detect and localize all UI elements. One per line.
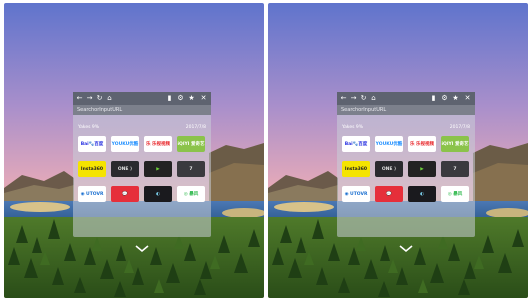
date-right: 2017/7/8 — [449, 125, 470, 130]
left-eye-view: ← → ↻ ⌂ ▮ ⚙ ★ ✕ SearchorInputURL Yakes 9… — [4, 3, 264, 298]
speed-dial-tile-baidu-logo[interactable]: Bai🐾百度 — [78, 136, 106, 152]
speed-dial-tile-green-play-logo[interactable]: ▶ — [144, 161, 172, 177]
forward-arrow-icon[interactable]: → — [349, 92, 358, 105]
bookmark-icon[interactable]: ▮ — [165, 92, 174, 105]
speed-dial-tile-youku-logo[interactable]: YOUKU优酷 — [111, 136, 139, 152]
tile-label: Bai🐾百度 — [344, 142, 368, 147]
speed-dial-tile-vr-swirl-logo[interactable]: ◐ — [144, 186, 172, 202]
tile-label: ◉ UTOVR — [80, 191, 104, 197]
speed-dial-tile-utovr-logo[interactable]: ◉ UTOVR — [342, 186, 370, 202]
speed-dial-tile-green-play-logo[interactable]: ▶ — [408, 161, 436, 177]
tile-label: iQIYI 爱奇艺 — [441, 142, 469, 147]
tile-label: Insta360 — [344, 166, 368, 172]
tile-label: 乐 乐视视频 — [409, 142, 435, 147]
back-arrow-icon[interactable]: ← — [75, 92, 84, 105]
browser-toolbar: ← → ↻ ⌂ ▮ ⚙ ★ ✕ — [73, 92, 211, 105]
speed-dial-tile-youku-logo[interactable]: YOUKU优酷 — [375, 136, 403, 152]
forward-arrow-icon[interactable]: → — [85, 92, 94, 105]
url-bar[interactable]: SearchorInputURL — [337, 105, 475, 115]
vr-browser-window: ← → ↻ ⌂ ▮ ⚙ ★ ✕ SearchorInputURL Yakes 9… — [337, 92, 475, 253]
url-placeholder: SearchorInputURL — [77, 107, 123, 113]
date-left: Yakes 9% — [342, 125, 364, 130]
close-icon[interactable]: ✕ — [463, 92, 472, 105]
tile-label: ◐ — [156, 191, 160, 197]
tile-label: 7 — [189, 166, 193, 172]
date-right: 2017/7/8 — [185, 125, 206, 130]
close-icon[interactable]: ✕ — [199, 92, 208, 105]
speed-dial: Yakes 9% 2017/7/8 Bai🐾百度 YOUKU优酷 乐 乐视视频 iQI… — [73, 115, 211, 253]
right-eye-view: ← → ↻ ⌂ ▮ ⚙ ★ ✕ SearchorInputURL Yakes 9… — [268, 3, 528, 298]
reload-icon[interactable]: ↻ — [95, 92, 104, 105]
speed-dial-tile-utovr-logo[interactable]: ◉ UTOVR — [78, 186, 106, 202]
tile-label: ONE ⟩ — [117, 166, 133, 172]
tile-label: iQIYI 爱奇艺 — [177, 142, 205, 147]
chevron-down-icon[interactable] — [135, 245, 149, 253]
tile-label: ◉ UTOVR — [344, 191, 368, 197]
reload-icon[interactable]: ↻ — [359, 92, 368, 105]
speed-dial-tile-storm-logo[interactable]: ◎ 暴风 — [177, 186, 205, 202]
speed-dial-tile-seven-logo[interactable]: 7 — [177, 161, 205, 177]
browser-toolbar: ← → ↻ ⌂ ▮ ⚙ ★ ✕ — [337, 92, 475, 105]
speed-dial-tile-one-logo[interactable]: ONE ⟩ — [375, 161, 403, 177]
speed-dial-tile-one-logo[interactable]: ONE ⟩ — [111, 161, 139, 177]
tile-label: ◐ — [420, 191, 424, 197]
tile-label: 乐 乐视视频 — [145, 142, 171, 147]
tile-label: 💬 — [386, 191, 392, 197]
tile-label: ◎ 暴风 — [183, 192, 199, 197]
tile-label: 💬 — [122, 191, 128, 197]
speed-dial-tile-seven-logo[interactable]: 7 — [441, 161, 469, 177]
speed-dial: Yakes 9% 2017/7/8 Bai🐾百度 YOUKU优酷 乐 乐视视频 iQI… — [337, 115, 475, 253]
speed-dial-tile-letv-logo[interactable]: 乐 乐视视频 — [144, 136, 172, 152]
star-icon[interactable]: ★ — [187, 92, 196, 105]
chevron-down-icon[interactable] — [399, 245, 413, 253]
tile-label: Bai🐾百度 — [80, 142, 104, 147]
tile-label: YOUKU优酷 — [375, 142, 403, 147]
speed-dial-tile-iqiyi-logo[interactable]: iQIYI 爱奇艺 — [177, 136, 205, 152]
speed-dial-tile-chat-logo[interactable]: 💬 — [375, 186, 403, 202]
tile-label: ◎ 暴风 — [447, 192, 463, 197]
speed-dial-tile-iqiyi-logo[interactable]: iQIYI 爱奇艺 — [441, 136, 469, 152]
url-placeholder: SearchorInputURL — [341, 107, 387, 113]
vr-stereo-view: ← → ↻ ⌂ ▮ ⚙ ★ ✕ SearchorInputURL Yakes 9… — [0, 0, 529, 301]
bookmark-icon[interactable]: ▮ — [429, 92, 438, 105]
date-left: Yakes 9% — [78, 125, 100, 130]
speed-dial-tile-chat-logo[interactable]: 💬 — [111, 186, 139, 202]
speed-dial-tile-storm-logo[interactable]: ◎ 暴风 — [441, 186, 469, 202]
tile-label: ▶ — [156, 166, 160, 172]
home-icon[interactable]: ⌂ — [105, 92, 114, 105]
settings-icon[interactable]: ⚙ — [176, 92, 185, 105]
home-icon[interactable]: ⌂ — [369, 92, 378, 105]
vr-browser-window: ← → ↻ ⌂ ▮ ⚙ ★ ✕ SearchorInputURL Yakes 9… — [73, 92, 211, 253]
tile-label: YOUKU优酷 — [111, 142, 139, 147]
star-icon[interactable]: ★ — [451, 92, 460, 105]
speed-dial-tile-baidu-logo[interactable]: Bai🐾百度 — [342, 136, 370, 152]
back-arrow-icon[interactable]: ← — [339, 92, 348, 105]
speed-dial-tile-insta360-logo[interactable]: Insta360 — [78, 161, 106, 177]
tile-label: ▶ — [420, 166, 424, 172]
url-bar[interactable]: SearchorInputURL — [73, 105, 211, 115]
speed-dial-tile-insta360-logo[interactable]: Insta360 — [342, 161, 370, 177]
speed-dial-tile-vr-swirl-logo[interactable]: ◐ — [408, 186, 436, 202]
speed-dial-tile-letv-logo[interactable]: 乐 乐视视频 — [408, 136, 436, 152]
tile-label: ONE ⟩ — [381, 166, 397, 172]
tile-label: Insta360 — [80, 166, 104, 172]
settings-icon[interactable]: ⚙ — [440, 92, 449, 105]
tile-label: 7 — [453, 166, 457, 172]
